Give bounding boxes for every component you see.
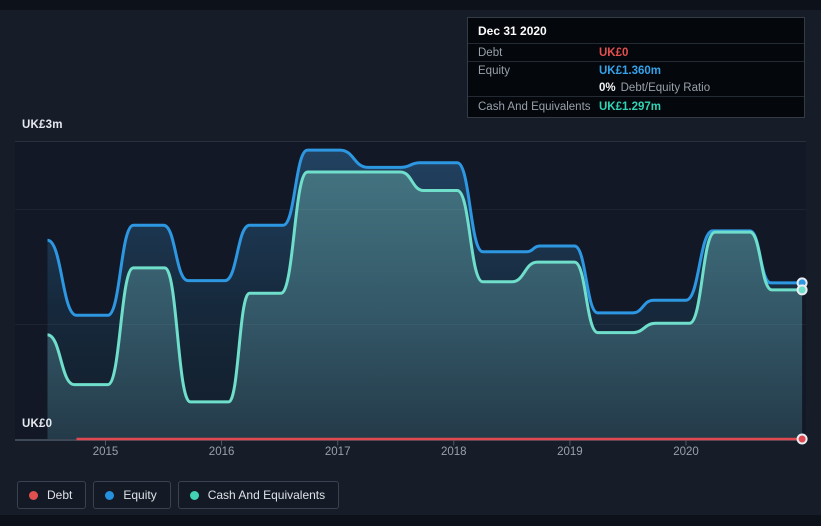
end-dot-debt[interactable] <box>796 433 808 445</box>
tooltip-row-equity: Equity UK£1.360m <box>468 62 804 79</box>
debt-legend-dot-icon <box>29 490 38 500</box>
legend-label-equity: Equity <box>123 488 157 502</box>
x-axis-label-2015: 2015 <box>92 446 119 458</box>
tooltip-ratio-value: 0% <box>599 81 616 94</box>
legend-item-equity[interactable]: Equity <box>93 481 171 509</box>
cash-legend-dot-icon <box>189 490 199 500</box>
x-axis-label-2018: 2018 <box>441 446 467 458</box>
y-axis-max-label: UK£3m <box>22 119 63 131</box>
tooltip-date: Dec 31 2020 <box>478 24 547 38</box>
y-axis-min-label: UK£0 <box>22 418 53 430</box>
tooltip-cash-value: UK£1.297m <box>599 101 662 113</box>
x-axis-label-2016: 2016 <box>208 446 235 458</box>
tooltip-row-debt: Debt UK£0 <box>468 44 804 61</box>
tooltip-debt-label: Debt <box>478 46 503 59</box>
debt-equity-chart-screen: UK£3m UK£0 2015 2016 2017 2018 2019 2020 Dec … <box>0 0 821 526</box>
tooltip-equity-label: Equity <box>478 64 510 77</box>
end-dot-cash[interactable] <box>796 284 808 296</box>
chart-legend: Debt Equity Cash And Equivalents <box>17 481 340 509</box>
legend-label-cash: Cash And Equivalents <box>207 488 326 502</box>
equity-legend-dot-icon <box>105 490 115 500</box>
legend-item-cash[interactable]: Cash And Equivalents <box>177 481 340 509</box>
legend-label-debt: Debt <box>47 488 73 502</box>
tooltip-equity-value: UK£1.360m <box>599 64 662 77</box>
legend-item-debt[interactable]: Debt <box>17 481 87 509</box>
x-axis-label-2020: 2020 <box>673 446 699 458</box>
chart-tooltip: Dec 31 2020 Debt UK£0 Equity UK£1.360m 0… <box>467 17 805 118</box>
tooltip-cash-label: Cash And Equivalents <box>478 101 591 113</box>
tooltip-debt-value: UK£0 <box>599 46 629 59</box>
x-axis-label-2019: 2019 <box>557 446 583 458</box>
x-axis-ticks <box>105 440 687 446</box>
tooltip-ratio-label: Debt/Equity Ratio <box>620 81 711 94</box>
tooltip-row-ratio: 0% Debt/Equity Ratio <box>468 79 804 96</box>
tooltip-row-cash: Cash And Equivalents UK£1.297m <box>468 97 804 117</box>
x-axis-label-2017: 2017 <box>324 446 351 458</box>
